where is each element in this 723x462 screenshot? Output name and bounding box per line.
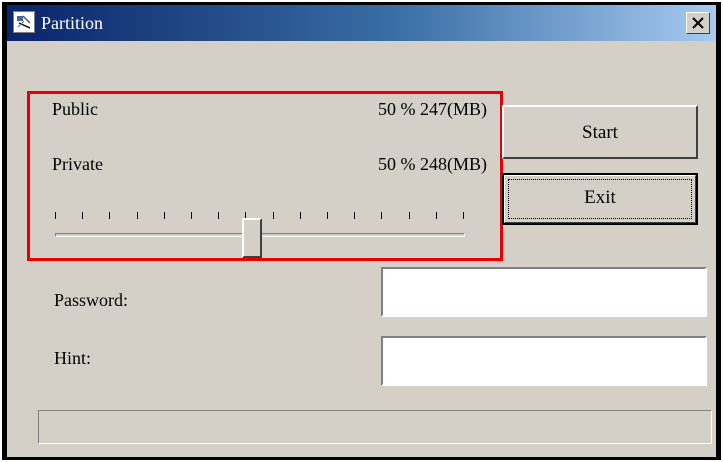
private-label: Private [52, 154, 103, 174]
public-label: Public [52, 99, 99, 119]
slider-tick [273, 212, 274, 219]
slider-tick [300, 212, 301, 219]
title-bar[interactable]: Partition [7, 5, 716, 41]
slider-tick [381, 212, 382, 219]
public-size-value: 50 % 247(MB) [378, 99, 487, 119]
exit-button-label: Exit [584, 187, 616, 208]
close-button[interactable] [686, 12, 710, 34]
slider-tick [137, 212, 138, 219]
password-input[interactable] [381, 267, 707, 317]
slider-tick [436, 212, 437, 219]
hint-input[interactable] [381, 336, 707, 386]
start-button[interactable]: Start [502, 105, 698, 159]
hint-label: Hint: [54, 348, 92, 368]
partition-slider-thumb[interactable] [242, 218, 262, 258]
slider-tick [55, 212, 56, 219]
slider-tick [463, 212, 464, 219]
slider-tick [327, 212, 328, 219]
slider-tick [164, 212, 165, 219]
slider-tick [354, 212, 355, 219]
slider-tick [109, 212, 110, 219]
status-bar [38, 410, 712, 444]
close-icon [692, 17, 704, 29]
exit-button[interactable]: Exit [502, 173, 698, 225]
slider-tick [191, 212, 192, 219]
window-title: Partition [41, 13, 103, 33]
private-size-value: 50 % 248(MB) [378, 154, 487, 174]
partition-app-icon [13, 11, 35, 33]
slider-tick [82, 212, 83, 219]
slider-ticks [55, 212, 475, 220]
slider-tick [218, 212, 219, 219]
password-label: Password: [54, 290, 129, 310]
slider-tick [409, 212, 410, 219]
partition-dialog: Partition Public 50 % 247(MB) Private 50… [2, 2, 721, 460]
